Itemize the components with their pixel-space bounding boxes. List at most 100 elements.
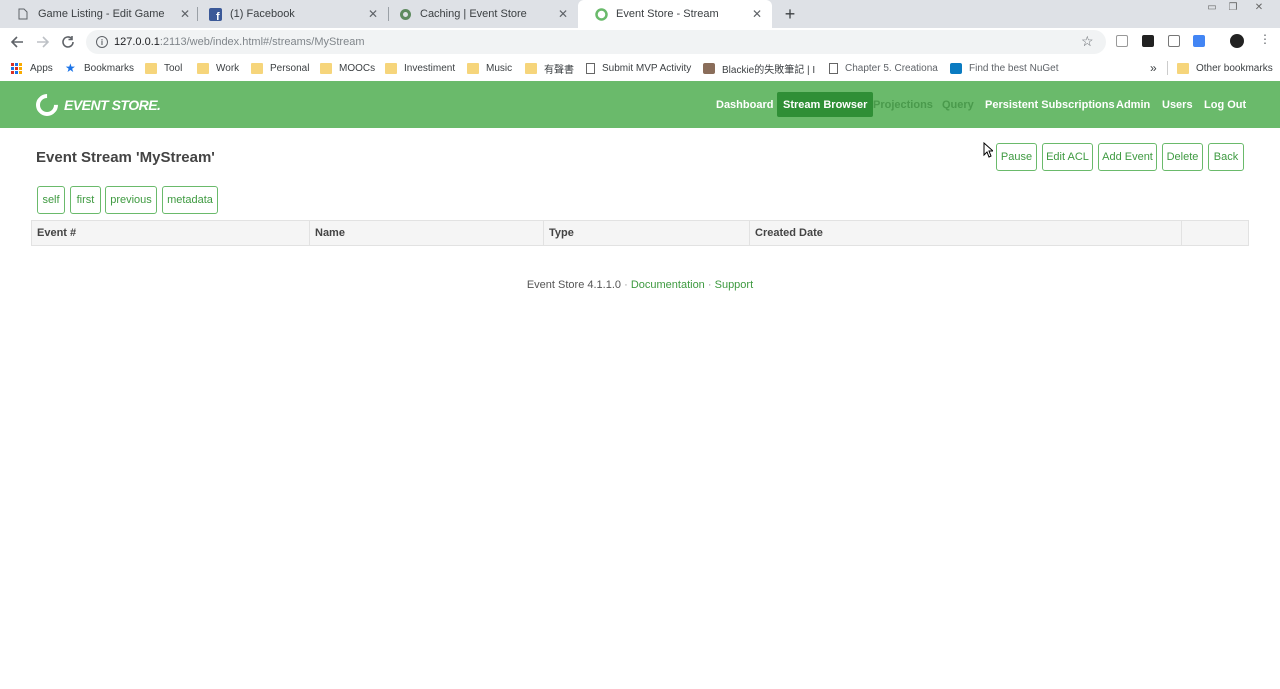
nav-query[interactable]: Query xyxy=(936,92,980,117)
new-tab-button[interactable]: + xyxy=(780,4,800,24)
restore-icon[interactable]: ❐ xyxy=(1224,1,1242,13)
avatar-icon xyxy=(703,62,715,74)
folder-icon xyxy=(320,62,332,74)
browser-tab[interactable]: Caching | Event Store ✕ xyxy=(382,0,578,28)
bookmark-label: Bookmarks xyxy=(84,62,135,74)
browser-tab[interactable]: f (1) Facebook ✕ xyxy=(192,0,388,28)
tab-title: (1) Facebook xyxy=(230,8,295,20)
bookmark-folder[interactable]: Work xyxy=(197,61,239,75)
column-event-number: Event # xyxy=(32,221,310,245)
logo-text: EVENT STORE. xyxy=(64,97,161,113)
bookmark-label: Work xyxy=(216,62,240,74)
extension-icon[interactable] xyxy=(1168,35,1180,47)
forward-arrow-icon[interactable] xyxy=(34,33,52,51)
browser-tab[interactable]: Game Listing - Edit Game ✕ xyxy=(0,0,200,28)
logo-icon xyxy=(31,89,63,121)
bookmark-page[interactable]: Chapter 5. Creationa xyxy=(829,61,938,75)
bookmark-page[interactable]: Find the best NuGet xyxy=(950,61,1059,75)
eventstore-icon xyxy=(398,7,412,21)
profile-avatar[interactable] xyxy=(1230,34,1244,48)
column-type: Type xyxy=(544,221,750,245)
nav-admin[interactable]: Admin xyxy=(1110,92,1156,117)
footer-separator: · xyxy=(624,279,628,291)
close-icon[interactable]: ✕ xyxy=(750,7,764,21)
close-window-icon[interactable]: ✕ xyxy=(1250,1,1268,13)
star-icon: ★ xyxy=(65,60,76,75)
bookmark-label: Blackie的失敗筆記 | I xyxy=(722,64,816,76)
documentation-link[interactable]: Documentation xyxy=(631,279,705,291)
close-icon[interactable]: ✕ xyxy=(556,7,570,21)
close-icon[interactable]: ✕ xyxy=(178,7,192,21)
delete-button[interactable]: Delete xyxy=(1162,143,1203,171)
folder-icon xyxy=(197,62,209,74)
bookmarks-divider xyxy=(1167,61,1168,75)
pause-button[interactable]: Pause xyxy=(996,143,1037,171)
nuget-icon xyxy=(950,62,962,74)
nav-persistent-subscriptions[interactable]: Persistent Subscriptions xyxy=(979,92,1121,117)
address-bar[interactable]: i 127.0.0.1:2113/web/index.html#/streams… xyxy=(86,30,1106,54)
folder-icon xyxy=(1177,62,1189,74)
bookmark-page[interactable]: Submit MVP Activity xyxy=(586,61,691,75)
folder-icon xyxy=(467,62,479,74)
extension-icon[interactable] xyxy=(1193,35,1205,47)
nav-projections[interactable]: Projections xyxy=(867,92,939,117)
bookmark-folder[interactable]: Investiment xyxy=(385,61,455,75)
previous-link-button[interactable]: previous xyxy=(105,186,157,214)
extension-icon[interactable] xyxy=(1142,35,1154,47)
add-event-button[interactable]: Add Event xyxy=(1098,143,1157,171)
nav-dashboard[interactable]: Dashboard xyxy=(710,92,779,117)
bookmark-bookmarks[interactable]: ★ Bookmarks xyxy=(65,61,134,75)
back-button[interactable]: Back xyxy=(1208,143,1244,171)
bookmark-label: Apps xyxy=(30,62,53,74)
bookmark-folder[interactable]: Tool xyxy=(145,61,182,75)
page-footer: Event Store 4.1.1.0 · Documentation · Su… xyxy=(0,279,1280,291)
nav-log-out[interactable]: Log Out xyxy=(1198,92,1252,117)
bookmark-label: Other bookmarks xyxy=(1196,62,1273,74)
footer-separator: · xyxy=(707,279,712,291)
bookmark-page[interactable]: Blackie的失敗筆記 | I xyxy=(703,61,816,76)
bookmark-label: Tool xyxy=(164,62,183,74)
extension-icon[interactable] xyxy=(1116,35,1128,47)
metadata-link-button[interactable]: metadata xyxy=(162,186,218,214)
minimize-icon[interactable]: ▭ xyxy=(1203,1,1221,13)
bookmark-other[interactable]: Other bookmarks xyxy=(1177,61,1273,75)
bookmark-folder[interactable]: 有聲書 xyxy=(525,61,574,76)
page-title: Event Stream 'MyStream' xyxy=(36,149,215,166)
column-created-date: Created Date xyxy=(750,221,1182,245)
menu-kebab-icon[interactable]: ⋮ xyxy=(1259,32,1271,46)
bookmark-label: Submit MVP Activity xyxy=(602,62,692,74)
bookmarks-overflow-button[interactable]: » xyxy=(1150,61,1157,75)
bookmark-folder[interactable]: Personal xyxy=(251,61,309,75)
bookmark-label: Find the best NuGet xyxy=(969,62,1059,74)
back-arrow-icon[interactable] xyxy=(8,33,26,51)
folder-icon xyxy=(145,62,157,74)
self-link-button[interactable]: self xyxy=(37,186,65,214)
page-icon xyxy=(829,62,838,74)
bookmark-folder[interactable]: MOOCs xyxy=(320,61,375,75)
folder-icon xyxy=(525,62,537,74)
bookmark-star-icon[interactable]: ☆ xyxy=(1081,33,1094,50)
tab-title: Event Store - Stream xyxy=(616,8,719,20)
event-store-logo[interactable]: EVENT STORE. xyxy=(31,89,161,121)
browser-tab-active[interactable]: Event Store - Stream ✕ xyxy=(578,0,772,28)
bookmark-label: Personal xyxy=(270,62,310,74)
url-host: 127.0.0.1 xyxy=(114,36,160,48)
column-actions xyxy=(1182,221,1248,245)
url-path: :2113/web/index.html#/streams/MyStream xyxy=(159,36,365,48)
close-icon[interactable]: ✕ xyxy=(366,7,380,21)
support-link[interactable]: Support xyxy=(715,279,754,291)
first-link-button[interactable]: first xyxy=(70,186,101,214)
info-icon[interactable]: i xyxy=(96,36,108,48)
bookmark-folder[interactable]: Music xyxy=(467,61,512,75)
bookmark-label: Chapter 5. Creationa xyxy=(845,62,938,74)
bookmark-label: Investiment xyxy=(404,62,456,74)
bookmarks-bar: Apps ★ Bookmarks Tool Work Personal MOOC… xyxy=(0,56,1280,80)
reload-icon[interactable] xyxy=(59,33,77,51)
bookmark-apps[interactable]: Apps xyxy=(11,61,53,75)
page-icon xyxy=(16,7,30,21)
nav-stream-browser[interactable]: Stream Browser xyxy=(777,92,874,117)
version-text: Event Store 4.1.1.0 xyxy=(526,279,622,291)
nav-users[interactable]: Users xyxy=(1156,92,1199,117)
edit-acl-button[interactable]: Edit ACL xyxy=(1042,143,1093,171)
mouse-cursor-icon xyxy=(983,142,993,158)
